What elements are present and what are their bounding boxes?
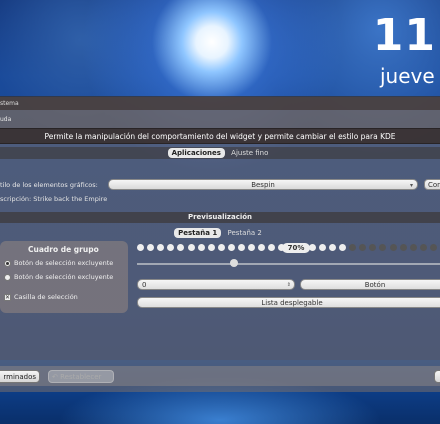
progress-dot — [167, 244, 175, 251]
tab-pestana-1[interactable]: Pestaña 1 — [174, 228, 222, 238]
clock-day: 11 — [372, 10, 436, 61]
slider-track[interactable] — [137, 263, 440, 265]
module-description-banner: Permite la manipulación del comportamien… — [0, 128, 440, 144]
reset-button-label: Restablecer — [60, 373, 102, 381]
progress-dot — [207, 244, 215, 251]
radio-selected-icon — [4, 259, 11, 267]
progress-dot — [248, 244, 256, 251]
progress-dot — [409, 244, 417, 251]
spinbox-value: 0 — [142, 281, 147, 289]
style-row: tilo de los elementos gráficos: Bespin ▾… — [0, 179, 440, 191]
window-titlebar[interactable]: stema — [0, 97, 440, 110]
style-label: tilo de los elementos gráficos: — [0, 181, 98, 189]
style-combobox-value: Bespin — [251, 181, 275, 189]
style-combobox[interactable]: Bespin ▾ — [108, 179, 418, 190]
progress-percent: 70% — [282, 243, 310, 253]
tab-pestana-2[interactable]: Pestaña 2 — [224, 228, 266, 238]
configure-button[interactable]: Con — [424, 179, 440, 190]
progress-dot — [137, 244, 144, 251]
progress-dot — [399, 244, 407, 251]
preview-tabbar: Pestaña 1 Pestaña 2 — [0, 228, 440, 239]
radio-unselected-icon — [4, 273, 11, 281]
preview-dropdown[interactable]: Lista desplegable — [137, 297, 440, 308]
progress-dot — [258, 244, 266, 251]
progress-dot — [147, 244, 155, 251]
progress-dot — [157, 244, 165, 251]
tab-aplicaciones[interactable]: Aplicaciones — [167, 148, 225, 158]
chevron-down-icon: ▾ — [409, 182, 413, 189]
progress-dot — [328, 244, 336, 251]
progress-dot — [419, 244, 427, 251]
progress-dot — [429, 244, 437, 251]
window-button-bar: rminados ↶ Restablecer — [0, 366, 440, 386]
preview-button[interactable]: Botón — [300, 279, 440, 290]
clock-weekday: juevе — [380, 64, 435, 88]
reset-button[interactable]: ↶ Restablecer — [48, 370, 114, 383]
progress-dot — [349, 244, 357, 251]
radio-option-2-label: Botón de selección excluyente — [14, 273, 114, 281]
progress-dot — [238, 244, 245, 251]
spinbox[interactable]: 0 ⇕ — [137, 279, 295, 290]
window-subheader: uda — [0, 110, 440, 128]
style-description: scripción: Strike back the Empire — [0, 195, 108, 203]
checkbox-label: Casilla de selección — [14, 293, 78, 301]
preview-heading: Previsualización — [0, 212, 440, 223]
spin-arrows-icon: ⇕ — [286, 282, 291, 288]
progress-dot — [187, 244, 195, 251]
progress-dot — [369, 244, 377, 251]
progress-dot — [379, 244, 387, 251]
preview-groupbox: Cuadro de grupo Botón de selección exclu… — [0, 241, 128, 313]
apply-button[interactable] — [434, 370, 440, 383]
progress-dot — [227, 244, 235, 251]
main-tabbar: Aplicaciones Ajuste fino — [0, 147, 440, 159]
tab-ajuste-fino[interactable]: Ajuste fino — [227, 148, 272, 158]
progress-dot — [268, 244, 276, 251]
radio-option-1[interactable]: Botón de selección excluyente — [4, 259, 113, 267]
undo-icon: ↶ — [52, 373, 58, 381]
progress-dot — [318, 244, 326, 251]
progress-dot — [359, 244, 367, 251]
progress-dot — [339, 244, 346, 251]
radio-option-2[interactable]: Botón de selección excluyente — [4, 273, 113, 281]
groupbox-title: Cuadro de grupo — [28, 245, 99, 254]
progress-dot — [177, 244, 185, 251]
progress-dot — [197, 244, 205, 251]
window-title: stema — [0, 100, 19, 107]
slider-handle[interactable] — [230, 259, 238, 267]
done-button[interactable]: rminados — [0, 370, 40, 383]
checkbox-option[interactable]: ✕ Casilla de selección — [4, 293, 78, 301]
progress-dot — [389, 244, 397, 251]
settings-window: stema uda Permite la manipulación del co… — [0, 96, 440, 392]
radio-option-1-label: Botón de selección excluyente — [14, 259, 114, 267]
subheader-label: uda — [0, 116, 12, 123]
progress-dot — [217, 244, 225, 251]
checkbox-checked-icon: ✕ — [4, 293, 11, 301]
